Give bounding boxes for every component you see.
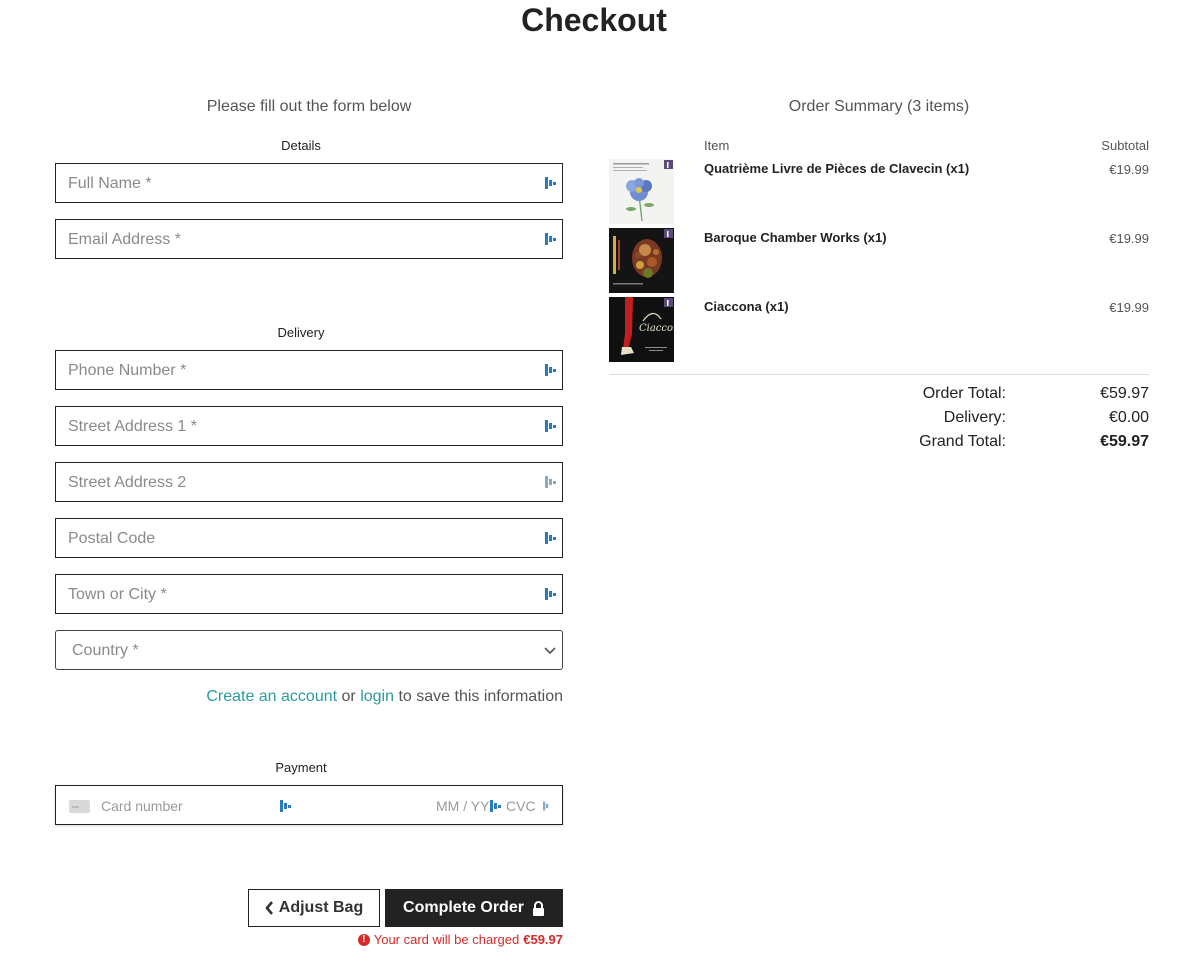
street-address-2-placeholder: Street Address 2 bbox=[68, 474, 187, 491]
charge-notice-text: Your card will be charged bbox=[373, 932, 520, 947]
card-expiry-input[interactable]: MM / YY bbox=[436, 798, 489, 814]
save-info-or: or bbox=[341, 688, 356, 705]
charge-notice-amount: €59.97 bbox=[523, 932, 563, 947]
password-manager-icon[interactable] bbox=[280, 799, 292, 813]
summary-divider bbox=[609, 374, 1149, 375]
postal-code-placeholder: Postal Code bbox=[68, 530, 156, 547]
password-manager-icon[interactable] bbox=[545, 531, 557, 545]
summary-row: Ciaccona Ciaccona (x1) €19.99 bbox=[609, 297, 1149, 363]
order-summary-title: Order Summary (3 items) bbox=[788, 98, 970, 115]
street-address-2-field[interactable]: Street Address 2 bbox=[55, 462, 563, 502]
product-subtotal: €19.99 bbox=[1109, 231, 1149, 246]
column-header-subtotal: Subtotal bbox=[1101, 138, 1149, 153]
product-thumbnail bbox=[609, 228, 674, 293]
card-number-input[interactable]: Card number bbox=[101, 798, 183, 814]
password-manager-icon[interactable] bbox=[545, 419, 557, 433]
password-manager-icon[interactable] bbox=[545, 232, 557, 246]
grand-total-value: €59.97 bbox=[1100, 433, 1149, 450]
country-select[interactable]: Country * bbox=[55, 630, 563, 670]
payment-label: Payment bbox=[275, 760, 327, 775]
dancer-cover-image: Ciaccona bbox=[609, 297, 674, 362]
column-header-item: Item bbox=[704, 138, 730, 153]
page-title: Checkout bbox=[521, 2, 667, 38]
delivery-cost-value: €0.00 bbox=[1108, 409, 1149, 426]
exclamation-circle-icon: ! bbox=[357, 933, 370, 946]
full-name-field[interactable]: Full Name * bbox=[55, 163, 563, 203]
product-thumbnail bbox=[609, 159, 674, 224]
password-manager-icon[interactable] bbox=[490, 799, 502, 813]
chevron-down-icon bbox=[544, 647, 556, 655]
card-element[interactable]: Card number MM / YY CVC bbox=[55, 785, 563, 825]
street-address-1-placeholder: Street Address 1 * bbox=[68, 418, 197, 435]
grand-total-label: Grand Total: bbox=[919, 433, 1006, 450]
adjust-bag-label: Adjust Bag bbox=[278, 899, 364, 916]
form-intro: Please fill out the form below bbox=[206, 98, 412, 115]
chevron-left-icon bbox=[265, 901, 273, 915]
lock-icon bbox=[532, 900, 544, 916]
login-link[interactable]: login bbox=[360, 688, 394, 705]
blue-flower-cover-image bbox=[609, 159, 674, 224]
charge-notice: ! Your card will be charged €59.97 bbox=[357, 932, 563, 947]
password-manager-icon[interactable] bbox=[545, 363, 557, 377]
svg-text:Ciaccona: Ciaccona bbox=[639, 323, 674, 334]
save-info-suffix: to save this information bbox=[398, 688, 563, 705]
card-cvc-input[interactable]: CVC bbox=[506, 798, 536, 814]
complete-order-label: Complete Order bbox=[403, 899, 524, 916]
full-name-placeholder: Full Name * bbox=[68, 175, 152, 192]
product-subtotal: €19.99 bbox=[1109, 162, 1149, 177]
email-field[interactable]: Email Address * bbox=[55, 219, 563, 259]
create-account-link[interactable]: Create an account bbox=[206, 688, 337, 705]
details-label: Details bbox=[281, 138, 321, 153]
product-name: Quatrième Livre de Pièces de Clavecin (x… bbox=[704, 161, 970, 176]
product-thumbnail: Ciaccona bbox=[609, 297, 674, 362]
phone-field[interactable]: Phone Number * bbox=[55, 350, 563, 390]
adjust-bag-button[interactable]: Adjust Bag bbox=[248, 889, 380, 927]
portrait-painting-cover-image bbox=[609, 228, 674, 293]
phone-placeholder: Phone Number * bbox=[68, 362, 187, 379]
complete-order-button[interactable]: Complete Order bbox=[385, 889, 563, 927]
product-name: Baroque Chamber Works (x1) bbox=[704, 230, 887, 245]
credit-card-icon bbox=[69, 800, 90, 813]
country-selected-value: Country * bbox=[72, 642, 139, 659]
password-manager-icon[interactable] bbox=[545, 176, 557, 190]
product-name: Ciaccona (x1) bbox=[704, 299, 789, 314]
postal-code-field[interactable]: Postal Code bbox=[55, 518, 563, 558]
summary-row: Quatrième Livre de Pièces de Clavecin (x… bbox=[609, 159, 1149, 225]
password-manager-icon[interactable] bbox=[545, 475, 557, 489]
email-placeholder: Email Address * bbox=[68, 231, 181, 248]
town-city-placeholder: Town or City * bbox=[68, 586, 167, 603]
delivery-cost-label: Delivery: bbox=[943, 409, 1006, 426]
town-city-field[interactable]: Town or City * bbox=[55, 574, 563, 614]
summary-row: Baroque Chamber Works (x1) €19.99 bbox=[609, 228, 1149, 294]
order-total-value: €59.97 bbox=[1100, 385, 1149, 402]
order-total-label: Order Total: bbox=[922, 385, 1006, 402]
street-address-1-field[interactable]: Street Address 1 * bbox=[55, 406, 563, 446]
save-info-text: Create an account or login to save this … bbox=[206, 688, 563, 706]
delivery-label: Delivery bbox=[277, 325, 325, 340]
password-manager-icon[interactable] bbox=[545, 587, 557, 601]
product-subtotal: €19.99 bbox=[1109, 300, 1149, 315]
password-manager-icon[interactable] bbox=[543, 799, 552, 813]
